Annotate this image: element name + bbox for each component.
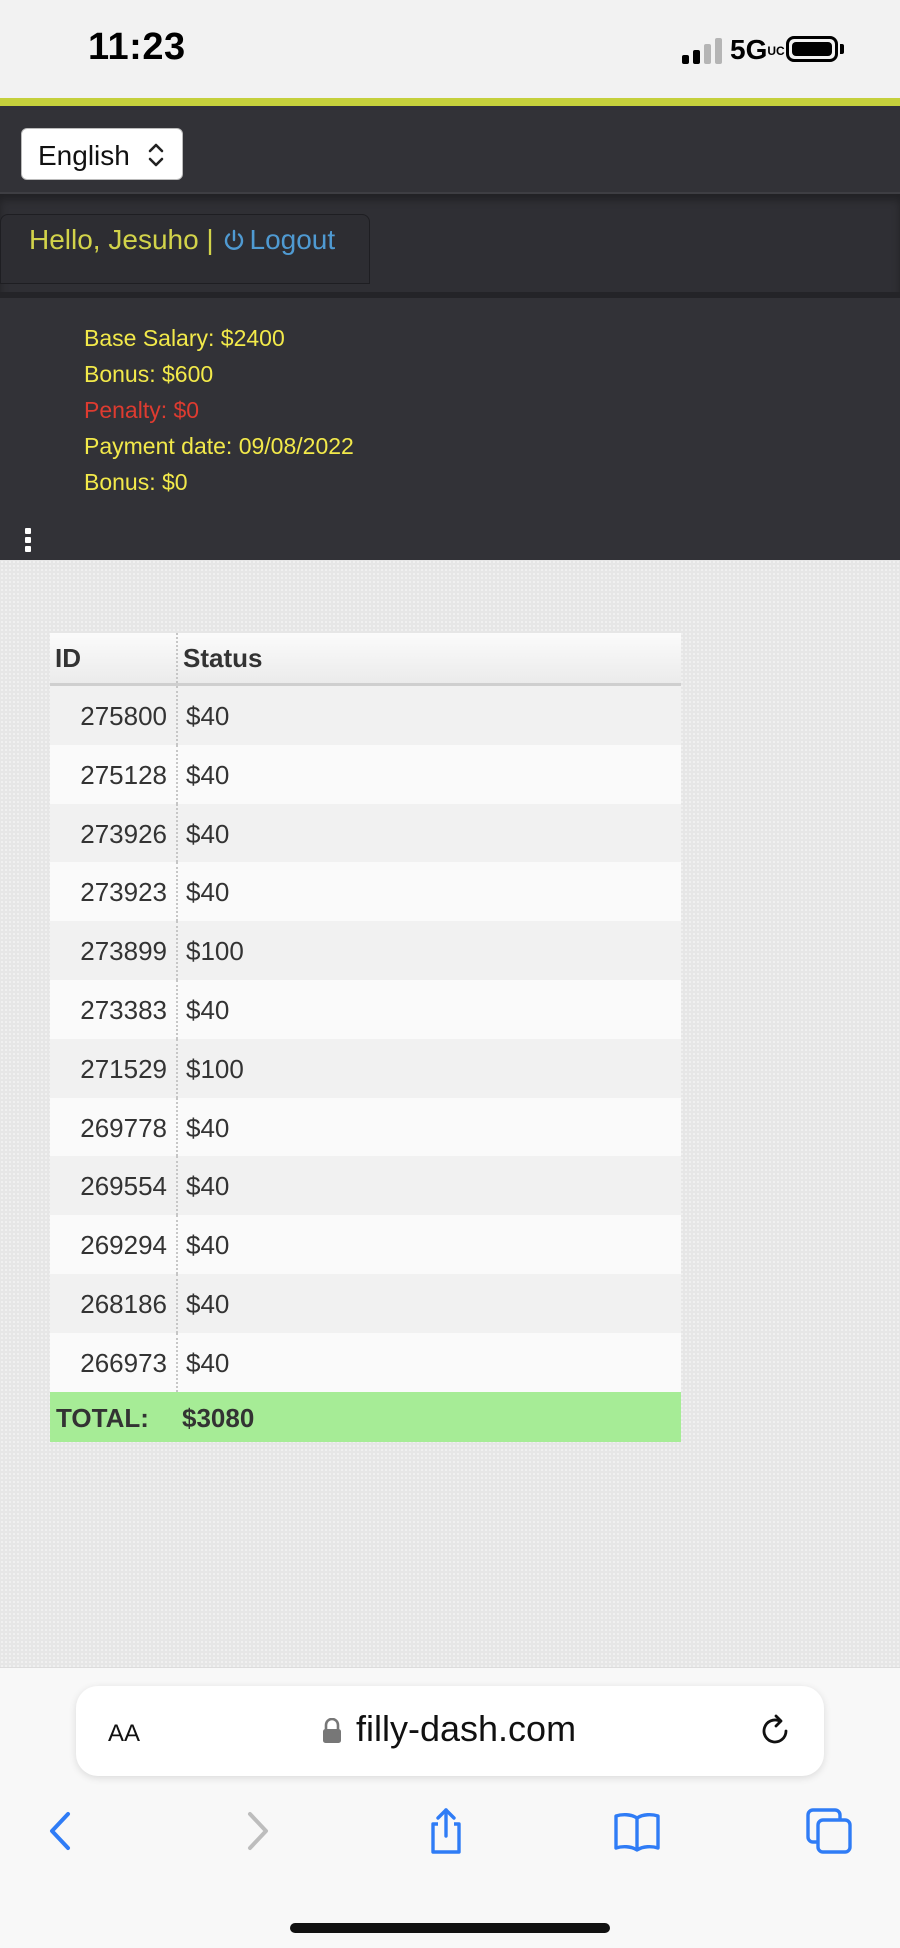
power-icon xyxy=(224,229,243,250)
total-label: TOTAL: xyxy=(56,1402,149,1433)
battery-icon xyxy=(786,36,838,62)
payments-table: ID Status 275800 $40 275128 $40 273926 $40 273… xyxy=(50,633,681,1442)
total-row: TOTAL: $3080 xyxy=(50,1391,681,1442)
cell-id: 269778 xyxy=(80,1112,167,1143)
cell-id: 275128 xyxy=(80,759,167,790)
cell-id: 273926 xyxy=(80,818,167,849)
column-divider xyxy=(176,1215,178,1274)
table-row: 273899 $100 xyxy=(50,921,681,980)
cell-status: $40 xyxy=(186,994,230,1025)
column-divider xyxy=(176,744,178,804)
cell-status: $40 xyxy=(186,759,230,790)
column-divider xyxy=(176,686,178,745)
cell-status: $40 xyxy=(186,877,230,908)
menu-icon[interactable] xyxy=(25,528,33,554)
browser-toolbar: AA filly-dash.com xyxy=(0,1667,900,1948)
logout-link[interactable]: Logout xyxy=(222,224,336,255)
cell-id: 273383 xyxy=(80,994,167,1025)
table-row: 273926 $40 xyxy=(50,803,681,863)
column-divider xyxy=(176,979,178,1039)
table-header: ID Status xyxy=(50,633,681,686)
greeting: Hello, Jesuho | Logout xyxy=(29,224,335,256)
tabs-icon[interactable] xyxy=(804,1806,854,1856)
user-band: Hello, Jesuho | Logout xyxy=(0,192,900,298)
forward-icon[interactable] xyxy=(232,1806,282,1856)
cell-id: 273923 xyxy=(80,877,167,908)
cell-id: 268186 xyxy=(80,1288,167,1319)
language-select-value: English xyxy=(38,140,130,171)
table-row: 266973 $40 xyxy=(50,1332,681,1392)
language-select[interactable]: English xyxy=(21,128,183,180)
share-icon[interactable] xyxy=(421,1806,471,1856)
battery-tip xyxy=(840,44,844,54)
cell-status: $40 xyxy=(186,1230,230,1261)
bonus-extra: Bonus: $0 xyxy=(84,469,188,495)
table-row: 268186 $40 xyxy=(50,1273,681,1333)
accent-line xyxy=(0,98,900,106)
table-row: 269294 $40 xyxy=(50,1215,681,1274)
cell-id: 266973 xyxy=(80,1347,167,1378)
base-salary: Base Salary: $2400 xyxy=(84,325,285,351)
header: English Hello, Jesuho | Logout Base Sala… xyxy=(0,106,900,560)
status-bar: 11:23 5GUC xyxy=(0,0,900,100)
back-icon[interactable] xyxy=(36,1806,86,1856)
status-time: 11:23 xyxy=(88,26,186,68)
cell-status: $40 xyxy=(186,1347,230,1378)
cell-status: $100 xyxy=(186,936,244,967)
table-row: 269778 $40 xyxy=(50,1097,681,1157)
home-indicator xyxy=(290,1923,610,1933)
table-row: 273383 $40 xyxy=(50,979,681,1039)
table-row: 273923 $40 xyxy=(50,862,681,922)
lock-icon xyxy=(323,1718,341,1743)
select-arrows-icon xyxy=(148,143,164,167)
column-divider xyxy=(176,1038,178,1098)
text-size-button[interactable]: AA xyxy=(108,1712,140,1749)
cell-status: $40 xyxy=(186,818,230,849)
cell-status: $40 xyxy=(186,1112,230,1143)
column-divider xyxy=(176,1156,178,1216)
band-divider xyxy=(0,292,900,298)
cell-status: $40 xyxy=(186,1288,230,1319)
salary-info: Base Salary: $2400 Bonus: $600 Penalty: … xyxy=(84,320,354,500)
column-divider xyxy=(176,1097,178,1157)
address-bar[interactable]: AA filly-dash.com xyxy=(76,1686,824,1776)
cell-status: $40 xyxy=(186,701,230,731)
column-divider xyxy=(176,862,178,922)
cell-id: 269294 xyxy=(80,1230,167,1261)
table-row: 275128 $40 xyxy=(50,744,681,804)
column-header-status: Status xyxy=(183,643,263,673)
cell-status: $40 xyxy=(186,1171,230,1202)
table-row: 271529 $100 xyxy=(50,1038,681,1098)
penalty: Penalty: $0 xyxy=(84,397,200,423)
column-divider xyxy=(176,921,178,980)
signal-icon xyxy=(682,38,724,64)
table-row: 275800 $40 xyxy=(50,686,681,745)
table-row: 269554 $40 xyxy=(50,1156,681,1216)
cell-id: 275800 xyxy=(80,701,167,731)
network-indicator: 5GUC xyxy=(730,34,785,65)
column-divider xyxy=(176,803,178,863)
payment-date: Payment date: 09/08/2022 xyxy=(84,433,354,459)
column-divider xyxy=(176,1332,178,1392)
table-body: 275800 $40 275128 $40 273926 $40 273923 $40 2738… xyxy=(50,686,681,1392)
column-divider xyxy=(176,633,178,683)
cell-id: 269554 xyxy=(80,1171,167,1202)
cell-status: $100 xyxy=(186,1053,244,1084)
cell-id: 271529 xyxy=(80,1053,167,1084)
column-divider xyxy=(176,1273,178,1333)
bookmarks-icon[interactable] xyxy=(612,1806,662,1856)
total-value: $3080 xyxy=(182,1402,255,1433)
reload-icon[interactable] xyxy=(756,1712,794,1750)
column-header-id: ID xyxy=(55,643,81,673)
bonus: Bonus: $600 xyxy=(84,361,214,387)
greeting-text: Hello, Jesuho | xyxy=(29,224,214,255)
logout-label: Logout xyxy=(249,224,336,255)
url-text: filly-dash.com xyxy=(356,1708,577,1749)
cell-id: 273899 xyxy=(80,936,167,967)
